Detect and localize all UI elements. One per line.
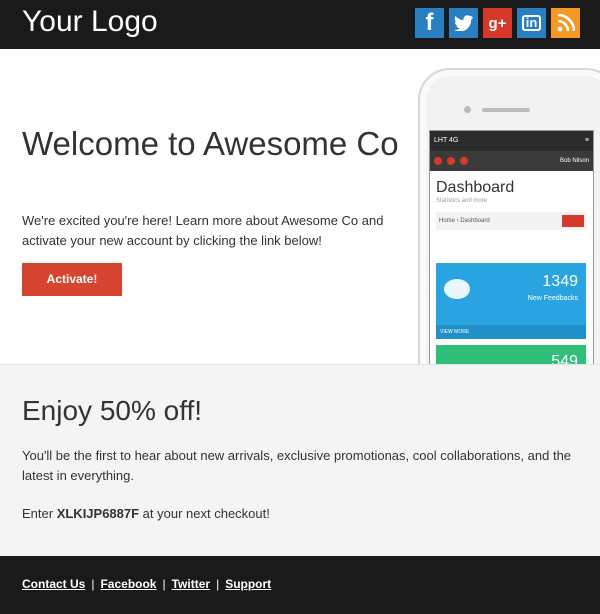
rss-feed-icon: [557, 14, 575, 32]
hero-title: Welcome to Awesome Co: [22, 125, 399, 162]
phone-speaker: [482, 108, 530, 112]
menu-icon: ≡: [584, 137, 589, 144]
notification-icon: [434, 157, 442, 165]
contact-us-link[interactable]: Contact Us: [22, 577, 85, 591]
phone-user-name: Bob Nilson: [559, 158, 589, 164]
phone-breadcrumb-text: Home › Dashboard: [439, 218, 490, 224]
phone-mockup: LHT 4G ≡ Bob Nilson Dashboard Statistics…: [418, 68, 600, 364]
promo-title: Enjoy 50% off!: [22, 395, 203, 426]
social-links: f g+ in: [415, 8, 580, 38]
twitter-bird-icon: [453, 15, 473, 31]
promo-code-suffix: at your next checkout!: [139, 506, 270, 521]
footer-separator: |: [162, 577, 166, 591]
header: Your Logo f g+ in: [0, 0, 600, 49]
phone-app-bar: Bob Nilson: [430, 151, 593, 171]
footer-separator: |: [216, 577, 220, 591]
facebook-icon[interactable]: f: [415, 8, 444, 38]
footer: Contact Us | Facebook | Twitter | Suppor…: [0, 556, 600, 614]
promo-code: XLKIJP6887F: [56, 506, 140, 521]
footer-separator: |: [91, 577, 95, 591]
promo-code-prefix: Enter: [22, 506, 57, 521]
phone-tile-label: New Feedbacks: [527, 295, 578, 302]
promo-section: Enjoy 50% off! You'll be the first to he…: [0, 364, 600, 556]
phone-camera: [464, 106, 471, 113]
linkedin-icon[interactable]: in: [517, 8, 546, 38]
message-icon: [447, 157, 455, 165]
google-plus-glyph: g+: [488, 14, 507, 32]
logo[interactable]: Your Logo: [22, 5, 158, 39]
phone-tile-value: 1349: [542, 273, 578, 290]
google-plus-icon[interactable]: g+: [483, 8, 512, 38]
hero-section: Welcome to Awesome Co We're excited you'…: [0, 49, 600, 364]
phone-tile-more: VIEW MORE: [436, 325, 586, 339]
twitter-icon[interactable]: [449, 8, 478, 38]
comment-icon: [444, 279, 470, 299]
phone-green-tile: 549: [436, 345, 586, 364]
phone-breadcrumb: Home › Dashboard: [436, 212, 587, 230]
support-link[interactable]: Support: [225, 577, 271, 591]
facebook-glyph: f: [425, 9, 434, 36]
phone-feedback-tile: 1349 New Feedbacks VIEW MORE: [436, 263, 586, 339]
phone-screen: LHT 4G ≡ Bob Nilson Dashboard Statistics…: [429, 130, 594, 364]
phone-status-bar: LHT 4G ≡: [430, 131, 593, 151]
phone-dashboard-title: Dashboard: [436, 179, 515, 196]
rss-icon[interactable]: [551, 8, 580, 38]
facebook-link[interactable]: Facebook: [100, 577, 156, 591]
promo-code-line: Enter XLKIJP6887F at your next checkout!: [22, 504, 270, 524]
phone-dashboard-subtitle: Statistics and more: [436, 198, 488, 204]
phone-tile2-value: 549: [551, 353, 578, 364]
linkedin-glyph: in: [521, 15, 542, 31]
calendar-icon: [562, 215, 584, 227]
phone-carrier: LHT 4G: [434, 137, 459, 144]
task-icon: [460, 157, 468, 165]
activate-button[interactable]: Activate!: [22, 263, 122, 296]
promo-text: You'll be the first to hear about new ar…: [22, 448, 572, 483]
hero-text: We're excited you're here! Learn more ab…: [22, 213, 384, 248]
twitter-link[interactable]: Twitter: [172, 577, 210, 591]
footer-links: Contact Us | Facebook | Twitter | Suppor…: [22, 577, 271, 591]
